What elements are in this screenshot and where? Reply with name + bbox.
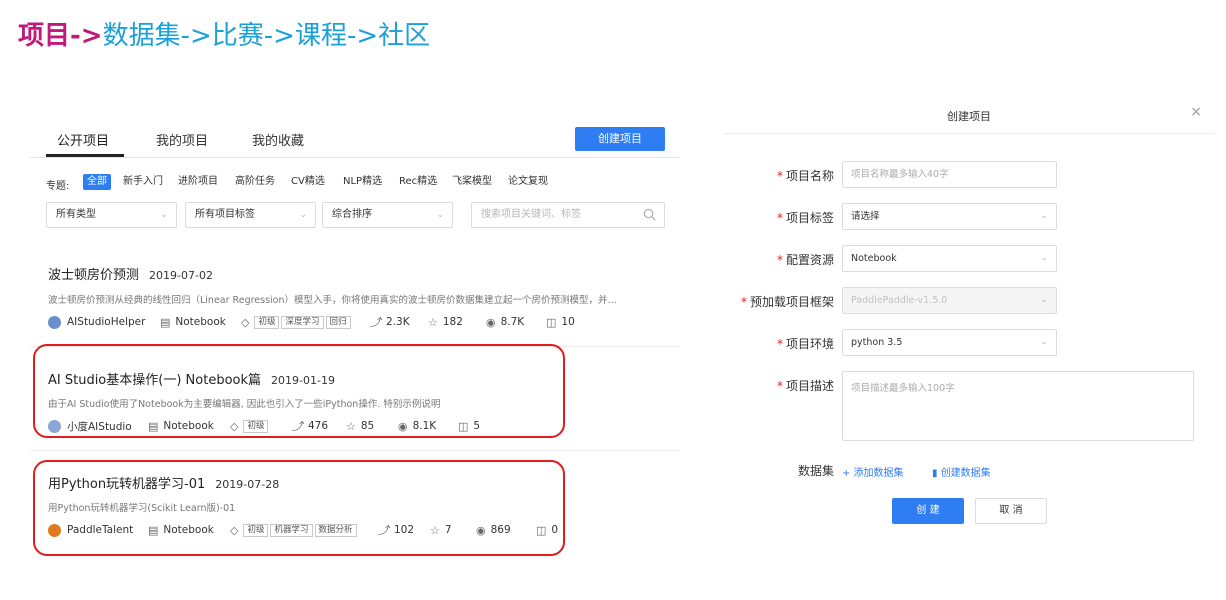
field-label-resource: * 配置资源	[776, 253, 834, 267]
resource-select-value: Notebook	[851, 253, 897, 264]
tag-badge[interactable]: 深度学习	[281, 315, 324, 329]
view-count: ◉ 8.7K	[486, 315, 525, 329]
sort-select-value: 综合排序	[332, 209, 372, 220]
topic-all[interactable]: 全部	[83, 174, 111, 190]
avatar	[48, 315, 61, 329]
environment-select-value: python 3.5	[851, 337, 903, 348]
project-author[interactable]: AIStudioHelper	[48, 314, 145, 330]
chevron-down-icon: ⌄	[299, 210, 307, 220]
close-icon[interactable]: ×	[1190, 104, 1202, 120]
chevron-down-icon: ⌄	[1040, 295, 1048, 305]
tag-badge[interactable]: 回归	[325, 315, 351, 329]
crumb-courses[interactable]: 课程	[295, 21, 347, 51]
crumb-datasets[interactable]: 数据集	[103, 21, 181, 51]
highlight-box	[33, 344, 565, 438]
tab-bar: 公开项目 我的项目 我的收藏 创建项目	[30, 118, 680, 158]
search-icon[interactable]	[643, 208, 656, 221]
project-kind: ▤ Notebook	[160, 315, 226, 329]
framework-select-value: PaddlePaddle-v1.5.0	[851, 295, 948, 306]
create-project-dialog: 创建项目 × * 项目名称 项目名称最多输入40字 * 项目标签 请选择 ⌄ * 配置资…	[724, 94, 1214, 534]
eye-icon: ◉	[486, 315, 496, 329]
project-date: 2019-07-02	[149, 269, 213, 282]
chevron-down-icon: ⌄	[436, 210, 444, 220]
tag-icon: ◇	[241, 315, 250, 329]
environment-select[interactable]: python 3.5 ⌄	[842, 329, 1057, 356]
create-project-button[interactable]: 创建项目	[575, 127, 665, 151]
notebook-icon: ▤	[160, 315, 171, 329]
submit-create-button[interactable]: 创 建	[892, 498, 964, 524]
cancel-button[interactable]: 取 消	[975, 498, 1047, 524]
crumb-competitions[interactable]: 比赛	[212, 21, 264, 51]
dialog-title: 创建项目	[947, 110, 991, 123]
topic-rec[interactable]: Rec精选	[395, 174, 441, 190]
highlight-box	[33, 460, 565, 556]
project-meta: AIStudioHelper ▤ Notebook ◇ 初级 深度学习 回归 ⤴ 2.3K…	[48, 314, 668, 330]
field-label-framework: * 预加载项目框架	[740, 295, 834, 309]
chevron-down-icon: ⌄	[1040, 253, 1048, 263]
fork-count: ⤴ 2.3K	[370, 316, 410, 329]
project-tags: ◇ 初级 深度学习 回归	[241, 314, 353, 330]
field-label-tag: * 项目标签	[776, 211, 834, 225]
tag-badge[interactable]: 初级	[254, 315, 280, 329]
topic-label: 专题:	[46, 181, 70, 192]
search-input[interactable]: 搜索项目关键词、标签	[471, 202, 665, 228]
crumb-arrow: ->	[263, 21, 295, 51]
project-tag-select[interactable]: 请选择 ⌄	[842, 203, 1057, 230]
crumb-projects[interactable]: 项目	[18, 21, 70, 51]
file-icon: ▮	[932, 468, 941, 479]
add-dataset-link[interactable]: + 添加数据集	[842, 464, 904, 479]
search-placeholder: 搜索项目关键词、标签	[481, 209, 581, 220]
project-description-textarea[interactable]: 项目描述最多输入100字	[842, 371, 1194, 441]
field-label-name: * 项目名称	[776, 169, 834, 183]
tab-my-favorites[interactable]: 我的收藏	[252, 130, 304, 149]
tag-select-value: 所有项目标签	[195, 209, 255, 220]
tag-select[interactable]: 所有项目标签 ⌄	[185, 202, 316, 228]
crumb-arrow: ->	[70, 21, 103, 51]
sort-select[interactable]: 综合排序 ⌄	[322, 202, 453, 228]
create-dataset-link[interactable]: ▮ 创建数据集	[932, 464, 991, 479]
fork-icon: ⤴	[370, 316, 381, 329]
breadcrumb-banner: 项目->数据集->比赛->课程->社区	[18, 18, 430, 54]
project-title[interactable]: 波士顿房价预测 2019-07-02	[48, 264, 213, 283]
comment-count: ◫ 10	[546, 315, 575, 329]
tag-select-value: 请选择	[851, 211, 880, 222]
active-tab-indicator	[46, 154, 124, 157]
field-label-environment: * 项目环境	[776, 337, 834, 351]
topic-paddle-models[interactable]: 飞桨模型	[448, 174, 496, 190]
crumb-arrow: ->	[180, 21, 212, 51]
topic-advanced[interactable]: 进阶项目	[174, 174, 222, 190]
chevron-down-icon: ⌄	[1040, 211, 1048, 221]
topic-expert[interactable]: 高阶任务	[231, 174, 279, 190]
project-description: 波士顿房价预测从经典的线性回归（Linear Regression）模型入手，你…	[48, 295, 618, 306]
type-select-value: 所有类型	[56, 209, 96, 220]
topic-nlp[interactable]: NLP精选	[339, 174, 386, 190]
tab-public-projects[interactable]: 公开项目	[57, 130, 109, 149]
field-label-description: * 项目描述	[776, 379, 834, 393]
resource-select[interactable]: Notebook ⌄	[842, 245, 1057, 272]
crumb-arrow: ->	[346, 21, 379, 51]
comment-icon: ◫	[546, 315, 557, 329]
crumb-community[interactable]: 社区	[378, 21, 430, 51]
divider	[30, 450, 680, 451]
chevron-down-icon: ⌄	[1040, 337, 1048, 347]
tab-my-projects[interactable]: 我的项目	[156, 130, 208, 149]
framework-select: PaddlePaddle-v1.5.0 ⌄	[842, 287, 1057, 314]
chevron-down-icon: ⌄	[160, 210, 168, 220]
field-label-dataset: 数据集	[797, 464, 834, 478]
type-select[interactable]: 所有类型 ⌄	[46, 202, 177, 228]
star-icon: ☆	[428, 315, 438, 329]
topic-cv[interactable]: CV精选	[287, 174, 329, 190]
topic-beginner[interactable]: 新手入门	[119, 174, 167, 190]
star-count[interactable]: ☆ 182	[428, 314, 463, 330]
topic-paper-reproduce[interactable]: 论文复现	[504, 174, 552, 190]
project-title-text[interactable]: 波士顿房价预测	[48, 268, 139, 283]
project-name-input[interactable]: 项目名称最多输入40字	[842, 161, 1057, 188]
dialog-header: 创建项目 ×	[724, 94, 1214, 134]
